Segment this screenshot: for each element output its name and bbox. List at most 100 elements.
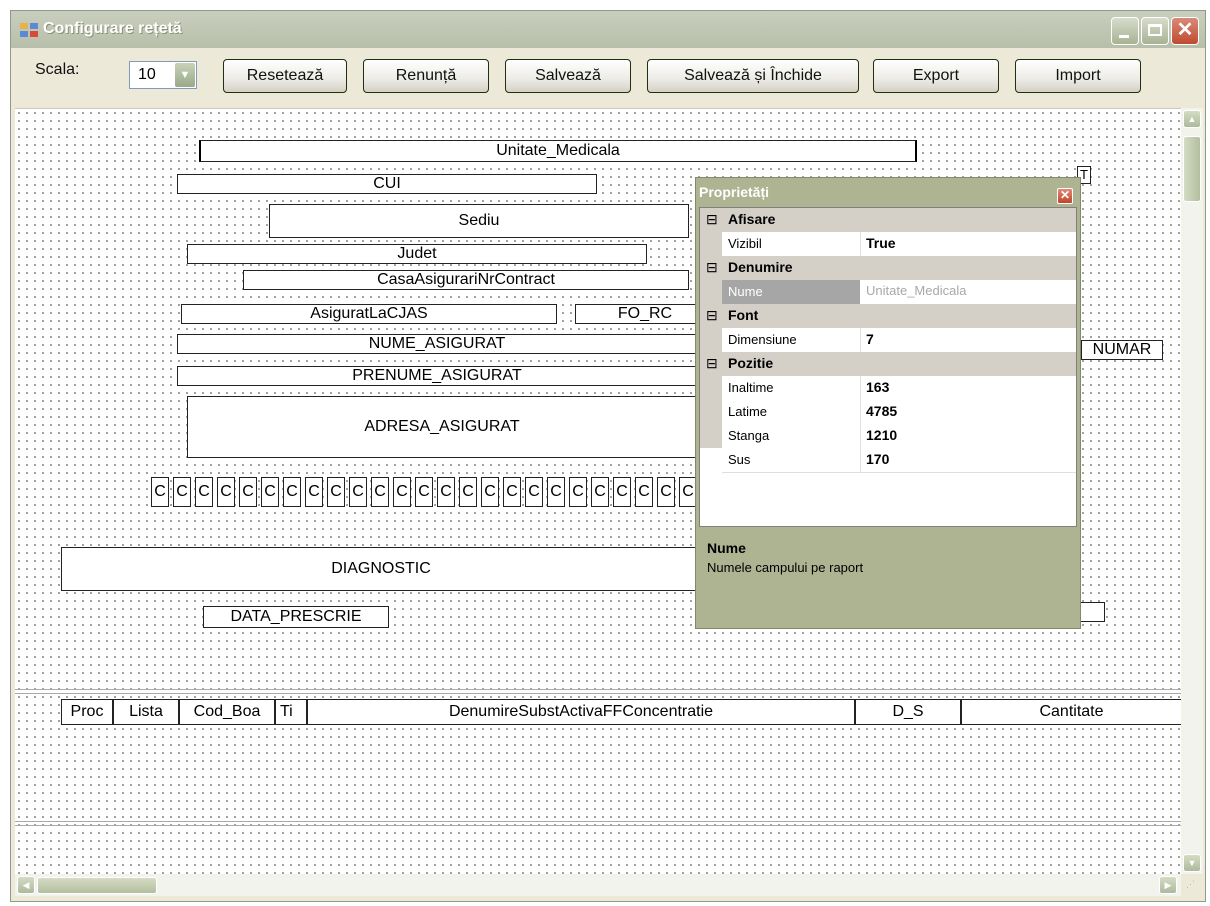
chevron-down-icon[interactable]: ▼ — [175, 63, 195, 87]
close-button[interactable]: ✕ — [1171, 17, 1199, 45]
field-prenume-asigurat[interactable]: PRENUME_ASIGURAT — [177, 366, 697, 386]
char-box[interactable]: C — [657, 477, 675, 507]
section-divider — [15, 821, 1181, 822]
char-box[interactable]: C — [151, 477, 169, 507]
field-sediu[interactable]: Sediu — [269, 204, 689, 238]
char-box[interactable]: C — [525, 477, 543, 507]
minimize-icon — [1119, 35, 1129, 38]
save-and-close-button[interactable]: Salvează și Închide — [647, 59, 859, 93]
char-box[interactable]: C — [415, 477, 433, 507]
property-value[interactable]: Unitate_Medicala — [866, 283, 966, 298]
resize-grip-icon[interactable]: ⋰ — [1186, 879, 1200, 893]
table-header-cantitate[interactable]: Cantitate — [961, 699, 1181, 725]
field-cui[interactable]: CUI — [177, 174, 597, 194]
scroll-up-icon[interactable]: ▲ — [1183, 110, 1201, 128]
title-bar[interactable]: Configurare rețetă ✕ — [11, 11, 1205, 48]
property-name: Vizibil — [728, 236, 762, 251]
property-row-latime[interactable]: Latime 4785 — [722, 400, 1076, 425]
collapse-icon[interactable]: ⊟ — [706, 211, 718, 228]
field-judet[interactable]: Judet — [187, 244, 647, 264]
collapse-icon[interactable]: ⊟ — [706, 355, 718, 372]
scale-dropdown[interactable]: 10 ▼ — [129, 61, 197, 89]
char-box[interactable]: C — [635, 477, 653, 507]
property-row-vizibil[interactable]: Vizibil True — [722, 232, 1076, 257]
table-header-ti[interactable]: Ti — [275, 699, 307, 725]
property-value[interactable]: 4785 — [866, 403, 897, 419]
char-box[interactable]: C — [459, 477, 477, 507]
char-box[interactable]: C — [239, 477, 257, 507]
char-box[interactable]: C — [327, 477, 345, 507]
table-header-cod-boa[interactable]: Cod_Boa — [179, 699, 275, 725]
scroll-left-icon[interactable]: ◀ — [17, 876, 35, 894]
table-header-d-s[interactable]: D_S — [855, 699, 961, 725]
table-header-proc[interactable]: Proc — [61, 699, 113, 725]
char-box[interactable]: C — [305, 477, 323, 507]
field-fo-rc[interactable]: FO_RC — [575, 304, 715, 324]
cancel-button[interactable]: Renunță — [363, 59, 489, 93]
property-value[interactable]: True — [866, 235, 896, 251]
char-box[interactable]: C — [261, 477, 279, 507]
char-box[interactable]: C — [591, 477, 609, 507]
field-data-prescrie[interactable]: DATA_PRESCRIE — [203, 606, 389, 628]
property-value[interactable]: 170 — [866, 451, 889, 467]
category-pozitie[interactable]: ⊟ Pozitie — [700, 352, 1076, 376]
char-box[interactable]: C — [503, 477, 521, 507]
export-button[interactable]: Export — [873, 59, 999, 93]
property-value[interactable]: 1210 — [866, 427, 897, 443]
vertical-scroll-thumb[interactable] — [1183, 136, 1201, 202]
minimize-button[interactable] — [1111, 17, 1139, 45]
category-label: Denumire — [728, 259, 793, 275]
field-unitate-medicala[interactable]: Unitate_Medicala — [199, 140, 917, 162]
property-value[interactable]: 7 — [866, 331, 874, 347]
property-row-sus[interactable]: Sus 170 — [722, 448, 1076, 473]
property-row-dimensiune[interactable]: Dimensiune 7 — [722, 328, 1076, 353]
char-box[interactable]: C — [613, 477, 631, 507]
char-box[interactable]: C — [481, 477, 499, 507]
char-box[interactable]: C — [547, 477, 565, 507]
vertical-scrollbar[interactable]: ▲ ▼ — [1181, 108, 1203, 874]
properties-title: Proprietăți — [699, 184, 770, 200]
category-label: Pozitie — [728, 355, 774, 371]
property-row-stanga[interactable]: Stanga 1210 — [722, 424, 1076, 449]
category-font[interactable]: ⊟ Font — [700, 304, 1076, 328]
category-label: Font — [728, 307, 759, 323]
char-box[interactable]: C — [393, 477, 411, 507]
char-box[interactable]: C — [437, 477, 455, 507]
properties-close-icon[interactable]: ✕ — [1057, 188, 1073, 204]
field-casa-asigurari[interactable]: CasaAsigurariNrContract — [243, 270, 689, 290]
char-box[interactable]: C — [173, 477, 191, 507]
field-nume-asigurat[interactable]: NUME_ASIGURAT — [177, 334, 697, 354]
reset-button[interactable]: Resetează — [223, 59, 347, 93]
property-row-inaltime[interactable]: Inaltime 163 — [722, 376, 1076, 401]
char-box[interactable]: C — [195, 477, 213, 507]
table-header-lista[interactable]: Lista — [113, 699, 179, 725]
import-button[interactable]: Import — [1015, 59, 1141, 93]
property-value[interactable]: 163 — [866, 379, 889, 395]
scroll-down-icon[interactable]: ▼ — [1183, 854, 1201, 872]
collapse-icon[interactable]: ⊟ — [706, 307, 718, 324]
column-divider — [860, 400, 861, 424]
maximize-icon — [1148, 24, 1162, 36]
table-header-denumire[interactable]: DenumireSubstActivaFFConcentratie — [307, 699, 855, 725]
field-diagnostic[interactable]: DIAGNOSTIC — [61, 547, 701, 591]
char-box[interactable]: C — [217, 477, 235, 507]
property-grid[interactable]: ⊟ Afisare Vizibil True ⊟ Denumire Nume U… — [699, 207, 1077, 527]
field-asigurat-la-cjas[interactable]: AsiguratLaCJAS — [181, 304, 557, 324]
category-afisare[interactable]: ⊟ Afisare — [700, 208, 1076, 232]
char-box[interactable]: C — [349, 477, 367, 507]
category-denumire[interactable]: ⊟ Denumire — [700, 256, 1076, 280]
collapse-icon[interactable]: ⊟ — [706, 259, 718, 276]
save-button[interactable]: Salvează — [505, 59, 631, 93]
field-numar[interactable]: NUMAR — [1081, 340, 1163, 360]
char-box[interactable]: C — [283, 477, 301, 507]
property-row-nume[interactable]: Nume Unitate_Medicala — [722, 280, 1076, 305]
field-adresa-asigurat[interactable]: ADRESA_ASIGURAT — [187, 396, 697, 458]
column-divider — [860, 328, 861, 352]
scroll-right-icon[interactable]: ▶ — [1159, 876, 1177, 894]
char-box[interactable]: C — [569, 477, 587, 507]
char-box[interactable]: C — [371, 477, 389, 507]
horizontal-scroll-thumb[interactable] — [37, 877, 157, 894]
property-help-panel: Nume Numele campului pe raport — [699, 530, 1077, 622]
maximize-button[interactable] — [1141, 17, 1169, 45]
horizontal-scrollbar[interactable]: ◀ ▶ — [15, 874, 1181, 896]
